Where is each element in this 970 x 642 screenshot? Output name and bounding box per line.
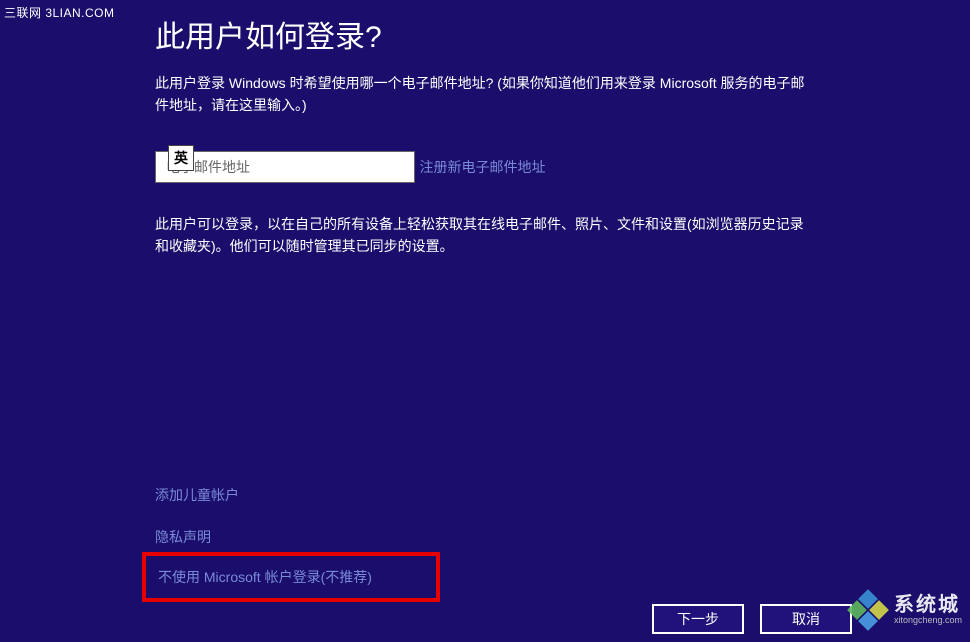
watermark-sub-text: xitongcheng.com [894,616,962,626]
watermark-topleft: 三联网 3LIAN.COM [4,4,115,21]
description2-text: 此用户可以登录，以在自己的所有设备上轻松获取其在线电子邮件、照片、文件和设置(如… [155,213,815,258]
highlight-annotation: 不使用 Microsoft 帐户登录(不推荐) [142,552,440,602]
no-microsoft-account-link[interactable]: 不使用 Microsoft 帐户登录(不推荐) [158,567,372,587]
page-title: 此用户如何登录? [155,12,815,56]
watermark-logo-icon [848,590,888,630]
watermark-bottomright: 系统城 xitongcheng.com [848,590,962,630]
next-button[interactable]: 下一步 [652,604,744,634]
description-text: 此用户登录 Windows 时希望使用哪一个电子邮件地址? (如果你知道他们用来… [155,72,815,117]
main-content: 此用户如何登录? 此用户登录 Windows 时希望使用哪一个电子邮件地址? (… [155,12,815,258]
button-bar: 下一步 取消 [652,604,852,634]
add-child-account-link[interactable]: 添加儿童帐户 [155,485,239,505]
cancel-button[interactable]: 取消 [760,604,852,634]
register-email-link[interactable]: 注册新电子邮件地址 [419,157,545,177]
privacy-statement-link[interactable]: 隐私声明 [155,527,239,547]
watermark-text: 系统城 xitongcheng.com [894,594,962,626]
ime-indicator[interactable]: 英 [168,145,194,171]
email-field[interactable] [155,151,415,183]
watermark-main-text: 系统城 [894,594,962,616]
